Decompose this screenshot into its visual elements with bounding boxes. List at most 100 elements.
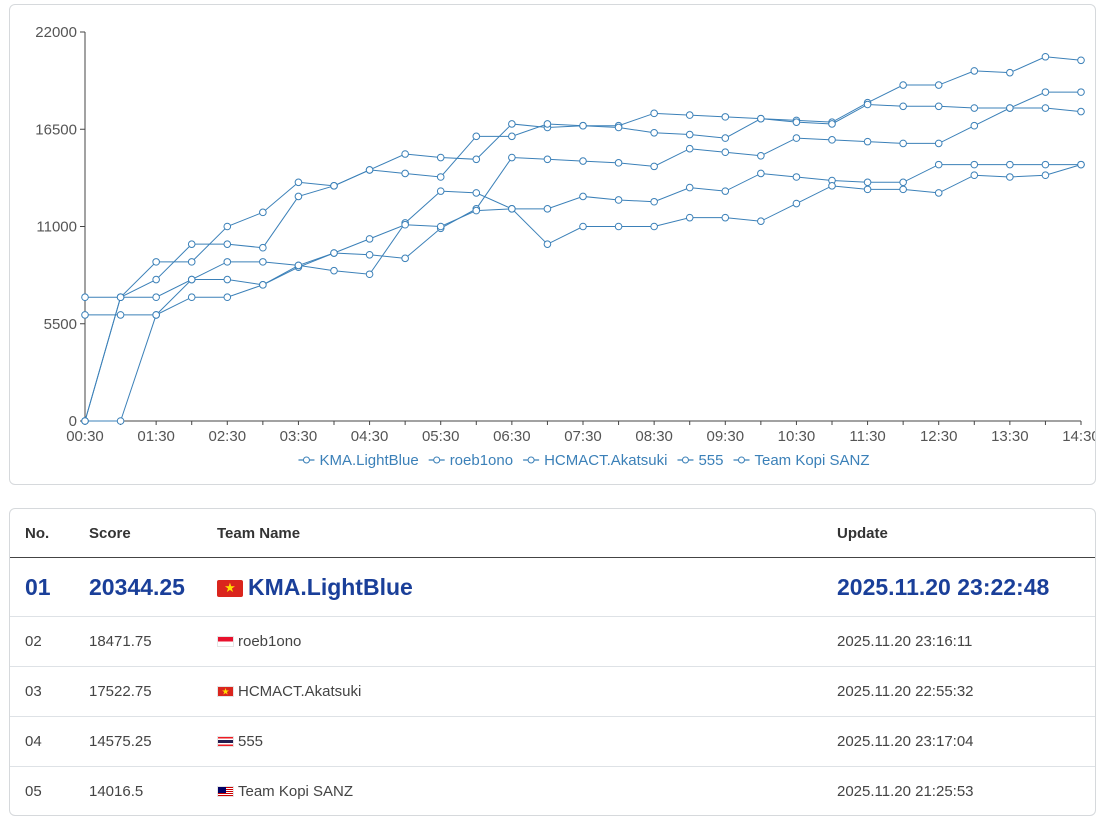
data-point (828, 136, 836, 144)
indonesia-flag-icon (217, 636, 234, 647)
data-point (508, 120, 516, 128)
legend-label: roeb1ono (450, 452, 513, 469)
data-point (472, 132, 481, 141)
x-tick-label: 14:30 (1062, 428, 1095, 445)
table-row: 05 14016.5 Team Kopi SANZ 2025.11.20 21:… (10, 767, 1095, 816)
data-point (508, 153, 516, 162)
data-point (721, 148, 730, 157)
series-group (81, 88, 1085, 425)
header-no: No. (10, 509, 89, 558)
data-point (81, 311, 89, 319)
data-point (152, 311, 160, 319)
table-row: 04 14575.25 555 2025.11.20 23:17:04 (10, 716, 1095, 767)
data-point (436, 153, 445, 162)
data-point (1077, 56, 1085, 65)
data-point (223, 240, 232, 248)
y-tick-label: 11000 (36, 219, 77, 236)
data-point (899, 178, 907, 187)
data-point (1041, 171, 1050, 180)
data-point (152, 258, 160, 266)
x-tick-label: 04:30 (351, 428, 389, 445)
data-point (650, 197, 658, 206)
data-point (792, 199, 801, 208)
x-tick-label: 07:30 (564, 428, 602, 445)
chart-legend: KMA.LightBlue roeb1ono HCMACT.Akatsuki 555 T… (298, 452, 870, 469)
data-point (259, 258, 267, 266)
series-line (84, 91, 1081, 422)
x-tick-label: 06:30 (493, 428, 531, 445)
data-point (934, 189, 943, 197)
data-point (899, 81, 907, 89)
data-point (934, 160, 943, 169)
data-point (330, 266, 338, 275)
update-cell: 2025.11.20 22:55:32 (837, 666, 1095, 717)
data-point (685, 213, 694, 222)
data-point (223, 222, 232, 231)
table-row: 03 17522.75 HCMACT.Akatsuki 2025.11.20 2… (10, 666, 1095, 717)
data-point (650, 128, 658, 137)
vietnam-flag-icon (217, 686, 234, 697)
update-cell: 2025.11.20 23:16:11 (837, 616, 1095, 667)
thailand-flag-icon (217, 736, 234, 747)
data-point (721, 134, 730, 142)
update-cell: 2025.11.20 23:22:48 (837, 557, 1095, 617)
legend-item: roeb1ono (428, 452, 513, 469)
legend-marker-icon (302, 456, 310, 464)
data-point (401, 150, 409, 158)
data-point (543, 205, 552, 213)
x-tick-label: 13:30 (991, 428, 1029, 445)
rank-cell: 01 (10, 557, 89, 617)
data-point (792, 173, 801, 181)
data-point (81, 293, 89, 302)
team-name[interactable]: HCMACT.Akatsuki (238, 683, 361, 700)
data-point (828, 120, 836, 128)
data-point (294, 261, 303, 270)
vietnam-flag-icon (217, 579, 243, 597)
data-point (579, 192, 587, 201)
data-point (721, 113, 730, 121)
team-cell: Team Kopi SANZ (217, 767, 837, 816)
data-point (1006, 68, 1014, 77)
data-point (1041, 52, 1050, 61)
team-cell: KMA.LightBlue (217, 557, 837, 617)
y-tick-label: 5500 (44, 316, 77, 333)
team-name[interactable]: roeb1ono (238, 633, 301, 650)
header-update: Update (837, 509, 1095, 558)
x-tick-label: 01:30 (137, 428, 175, 445)
data-point (970, 171, 979, 180)
series-group (81, 160, 1085, 319)
rank-cell: 03 (10, 666, 89, 717)
x-tick-label: 08:30 (635, 428, 673, 445)
update-cell: 2025.11.20 21:25:53 (837, 783, 974, 800)
scoreboard-card: No. Score Team Name Update 01 20344.25 K… (9, 508, 1096, 816)
score-cell: 14575.25 (89, 716, 217, 767)
data-point (792, 118, 801, 126)
x-tick-label: 05:30 (422, 428, 460, 445)
data-point (757, 151, 765, 160)
data-point (365, 235, 374, 243)
legend-marker-icon (433, 456, 441, 464)
x-tick-label: 00:30 (66, 428, 104, 445)
data-point (863, 100, 872, 109)
data-point (863, 137, 872, 146)
data-point (650, 222, 658, 231)
data-point (863, 178, 872, 187)
data-point (187, 293, 196, 302)
team-name[interactable]: 555 (238, 733, 263, 750)
data-point (1006, 104, 1014, 112)
data-point (365, 270, 374, 279)
team-cell: HCMACT.Akatsuki (217, 666, 837, 717)
data-point (685, 144, 694, 153)
series-group (81, 104, 1085, 302)
data-point (1077, 160, 1085, 169)
data-point (934, 102, 943, 111)
data-point (1041, 104, 1050, 112)
legend-label: 555 (698, 452, 723, 469)
data-point (685, 130, 694, 139)
legend-marker-icon (681, 456, 689, 464)
team-name[interactable]: Team Kopi SANZ (238, 783, 353, 800)
data-point (365, 250, 374, 259)
team-name[interactable]: KMA.LightBlue (248, 574, 413, 600)
team-cell: roeb1ono (217, 616, 837, 667)
data-point (508, 132, 516, 141)
